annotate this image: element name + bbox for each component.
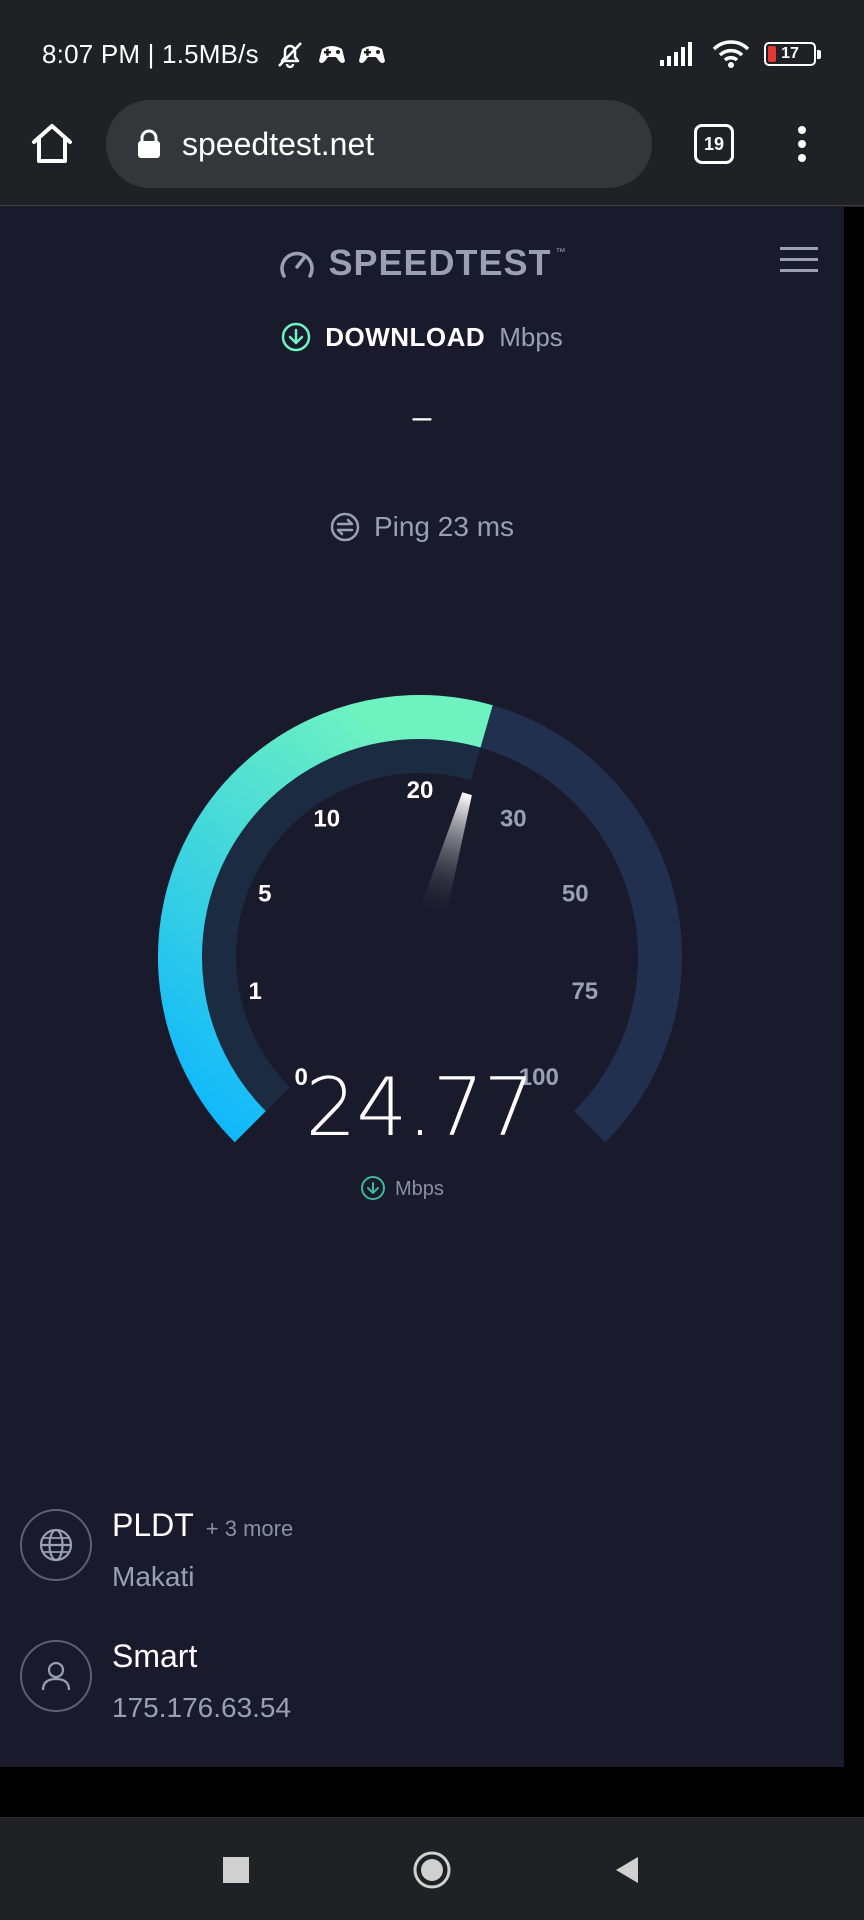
game-controller-icon [318, 46, 345, 63]
page-edge-gutter [844, 207, 864, 1767]
wifi-icon [712, 40, 750, 68]
isp-name-line: PLDT + 3 more [112, 1507, 293, 1544]
status-right: 17 [658, 36, 821, 72]
browser-toolbar: speedtest.net 19 [0, 100, 864, 206]
client-name: Smart [112, 1638, 198, 1674]
isp-row[interactable]: PLDT + 3 more Makati [20, 1507, 820, 1609]
gauge-tick-label: 1 [249, 978, 262, 1005]
battery-icon: 17 [764, 42, 821, 66]
isp-more-link[interactable]: + 3 more [206, 1516, 293, 1541]
gauge-tick-label: 10 [313, 805, 340, 832]
isp-location: Makati [112, 1561, 195, 1592]
page-bottom-strip [0, 1767, 864, 1817]
status-time: 8:07 PM | 1.5MB/s [42, 38, 259, 69]
gauge-unit-row: Mbps [361, 1176, 444, 1200]
speedtest-page: SPEEDTEST ™ DOWNLOAD Mbps – Ping 23 ms 0… [0, 207, 844, 1767]
client-row[interactable]: Smart 175.176.63.54 [20, 1638, 820, 1740]
mute-notifications-icon [277, 42, 302, 69]
gauge-unit: Mbps [395, 1178, 444, 1200]
globe-icon [39, 1528, 73, 1562]
user-icon [41, 1661, 71, 1691]
url-text[interactable]: speedtest.net [182, 126, 374, 163]
gauge-tick-label: 30 [500, 805, 527, 832]
gauge-tick-label: 75 [571, 978, 598, 1005]
client-avatar [20, 1640, 92, 1712]
home-icon[interactable] [28, 120, 76, 168]
status-bar: 8:07 PM | 1.5MB/s 17 [0, 0, 864, 100]
isp-name: PLDT [112, 1507, 194, 1543]
gauge-reading: 24.77 [305, 1061, 534, 1154]
tabs-switcher-button[interactable]: 19 [694, 124, 734, 164]
gauge-download-icon [361, 1176, 385, 1200]
client-ip: 175.176.63.54 [112, 1692, 292, 1723]
recents-square-icon[interactable] [212, 1846, 260, 1894]
signal-icon [660, 42, 692, 66]
status-notification-icons [273, 39, 387, 69]
isp-avatar [20, 1509, 92, 1581]
overflow-menu-icon[interactable] [790, 122, 814, 166]
gauge-tick-label: 5 [258, 881, 271, 908]
home-circle-icon[interactable] [408, 1846, 456, 1894]
battery-fill [768, 46, 776, 62]
back-triangle-icon[interactable] [604, 1846, 652, 1894]
gauge-needle [417, 792, 472, 923]
screen: 8:07 PM | 1.5MB/s 17 speedtest.net 19 SP… [0, 0, 864, 1920]
gauge-tick-labels: 0151020305075100 [249, 777, 599, 1091]
speed-gauge: 0151020305075100 24.77 Mbps [157, 694, 682, 1200]
status-left: 8:07 PM | 1.5MB/s [42, 34, 387, 74]
game-controller-icon [358, 46, 385, 63]
battery-level: 17 [781, 45, 799, 62]
address-bar[interactable]: speedtest.net [106, 100, 652, 188]
tab-count: 19 [703, 133, 725, 154]
gauge-tick-label: 20 [407, 777, 434, 804]
system-navigation-bar [0, 1817, 864, 1920]
gauge-tick-label: 50 [562, 881, 589, 908]
lock-icon[interactable] [136, 129, 162, 159]
